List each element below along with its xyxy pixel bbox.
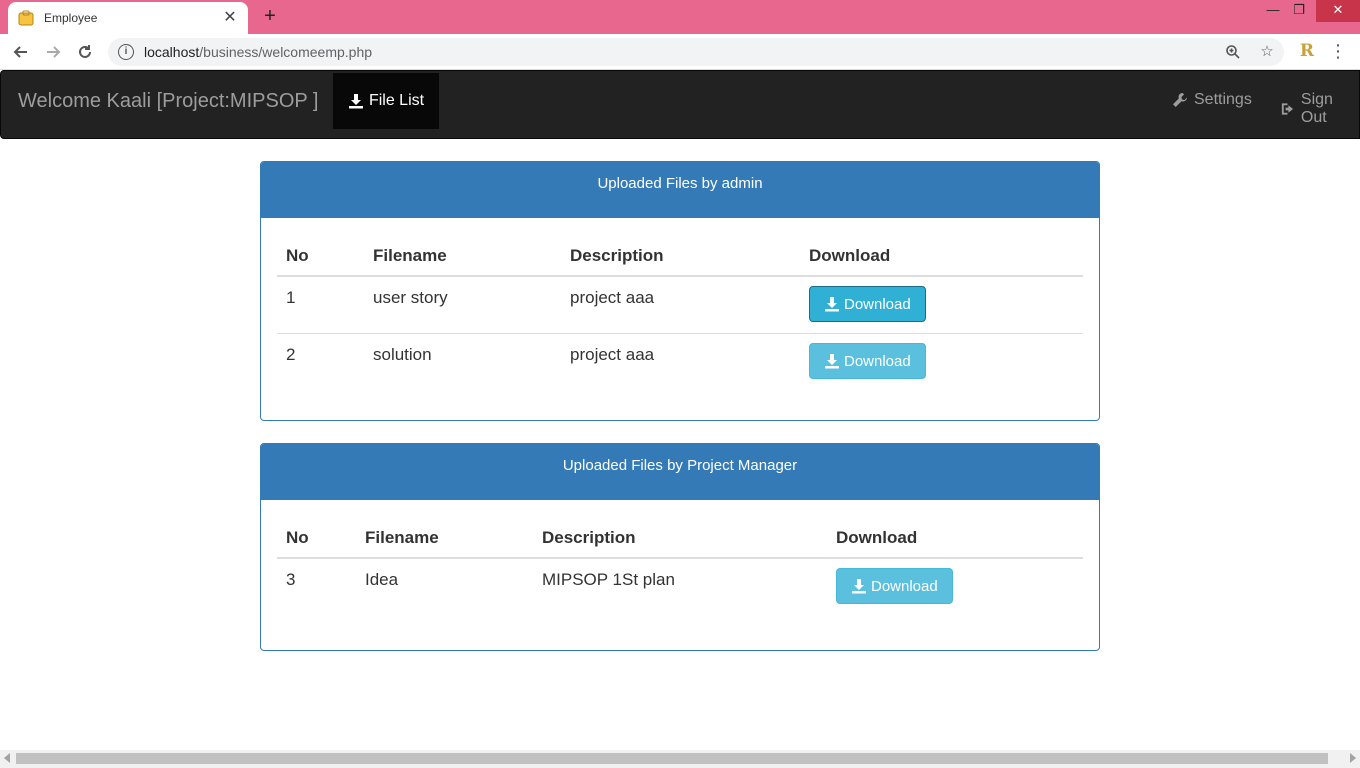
cell-download: Download <box>800 333 1083 390</box>
download-button-label: Download <box>871 577 938 595</box>
forward-arrow-icon[interactable] <box>40 39 66 65</box>
nav-item-settings[interactable]: Settings <box>1172 91 1252 109</box>
project-manager-files-panel: Uploaded Files by Project Manager No Fil… <box>260 443 1100 651</box>
download-icon <box>852 579 866 594</box>
horizontal-scrollbar[interactable] <box>0 750 1360 768</box>
cell-no: 3 <box>286 570 296 589</box>
cell-description: project aaa <box>570 288 655 307</box>
nav-item-label: File List <box>368 92 425 109</box>
window-maximize-button[interactable]: ❐ <box>1284 0 1314 22</box>
column-header-no: No <box>277 233 364 277</box>
cell-filename: user story <box>373 288 448 307</box>
nav-item-sign-out[interactable]: Sign Out <box>1280 91 1359 127</box>
cell-download: Download <box>800 276 1083 334</box>
browser-tab[interactable]: Employee ✕ <box>8 2 248 34</box>
column-header-download: Download <box>827 515 1083 559</box>
cell-description: MIPSOP 1St plan <box>542 570 675 589</box>
url-host: localhost <box>144 44 200 60</box>
panel-heading: Uploaded Files by Project Manager <box>261 444 1099 500</box>
panel-body: No Filename Description Download 3 Idea … <box>261 500 1099 630</box>
panel-heading: Uploaded Files by admin <box>261 162 1099 218</box>
browser-menu-icon[interactable]: ⋮ <box>1328 39 1348 63</box>
column-header-filename: Filename <box>364 233 561 277</box>
app-navbar: Welcome Kaali [Project:MIPSOP ] File Lis… <box>0 70 1360 139</box>
cell-no: 1 <box>286 288 296 307</box>
table-row: 2 solution project aaa Download <box>277 333 1083 390</box>
back-arrow-icon[interactable] <box>8 39 34 65</box>
table-row: 1 user story project aaa Download <box>277 276 1083 334</box>
column-header-description: Description <box>533 515 827 559</box>
cell-no: 2 <box>277 333 364 390</box>
download-icon <box>825 297 839 312</box>
sign-out-label: Sign Out <box>1300 91 1333 126</box>
bookmark-star-icon[interactable]: ☆ <box>1256 41 1278 63</box>
panel-body: No Filename Description Download 1 user … <box>261 218 1099 405</box>
browser-tab-strip: Employee ✕ + — ❐ ✕ <box>0 0 1360 34</box>
files-table: No Filename Description Download 3 Idea … <box>277 515 1083 615</box>
site-info-icon[interactable]: i <box>118 44 134 60</box>
table-header-row: No Filename Description Download <box>277 233 1083 277</box>
download-button-label: Download <box>844 295 911 313</box>
download-button[interactable]: Download <box>836 568 953 604</box>
address-bar[interactable]: i localhost/business/welcomeemp.php ☆ <box>108 38 1284 66</box>
scroll-right-arrow-icon[interactable] <box>1350 753 1356 763</box>
url-path: /business/welcomeemp.php <box>199 44 373 60</box>
table-row: 3 Idea MIPSOP 1St plan Download <box>277 558 1083 615</box>
cell-filename: Idea <box>365 570 399 589</box>
window-close-button[interactable]: ✕ <box>1316 0 1360 22</box>
navbar-brand[interactable]: Welcome Kaali [Project:MIPSOP ] <box>18 89 318 113</box>
admin-files-panel: Uploaded Files by admin No Filename Desc… <box>260 161 1100 421</box>
page-favicon-icon <box>18 10 34 26</box>
files-table: No Filename Description Download 1 user … <box>277 233 1083 390</box>
browser-toolbar: i localhost/business/welcomeemp.php ☆ R … <box>0 34 1360 70</box>
table-header-row: No Filename Description Download <box>277 515 1083 559</box>
scroll-left-arrow-icon[interactable] <box>4 753 10 763</box>
reload-icon[interactable] <box>72 39 98 65</box>
log-out-icon <box>1281 103 1294 115</box>
download-icon <box>825 354 839 369</box>
column-header-download: Download <box>800 233 1083 277</box>
new-tab-button[interactable]: + <box>258 4 282 28</box>
download-button[interactable]: Download <box>809 286 926 322</box>
tab-close-icon[interactable]: ✕ <box>222 10 238 26</box>
tab-title: Employee <box>44 11 98 25</box>
extension-icon[interactable]: R <box>1296 39 1318 63</box>
scrollbar-thumb[interactable] <box>16 753 1328 764</box>
zoom-icon[interactable] <box>1222 41 1244 63</box>
download-icon <box>348 94 363 109</box>
settings-label: Settings <box>1194 91 1252 108</box>
cell-filename: solution <box>364 333 561 390</box>
cell-download: Download <box>827 558 1083 615</box>
wrench-icon <box>1173 93 1187 107</box>
cell-description: project aaa <box>561 333 800 390</box>
column-header-filename: Filename <box>356 515 533 559</box>
nav-item-file-list[interactable]: File List <box>333 73 439 129</box>
column-header-description: Description <box>561 233 800 277</box>
download-button-label: Download <box>844 352 911 370</box>
column-header-no: No <box>277 515 356 559</box>
download-button[interactable]: Download <box>809 343 926 379</box>
